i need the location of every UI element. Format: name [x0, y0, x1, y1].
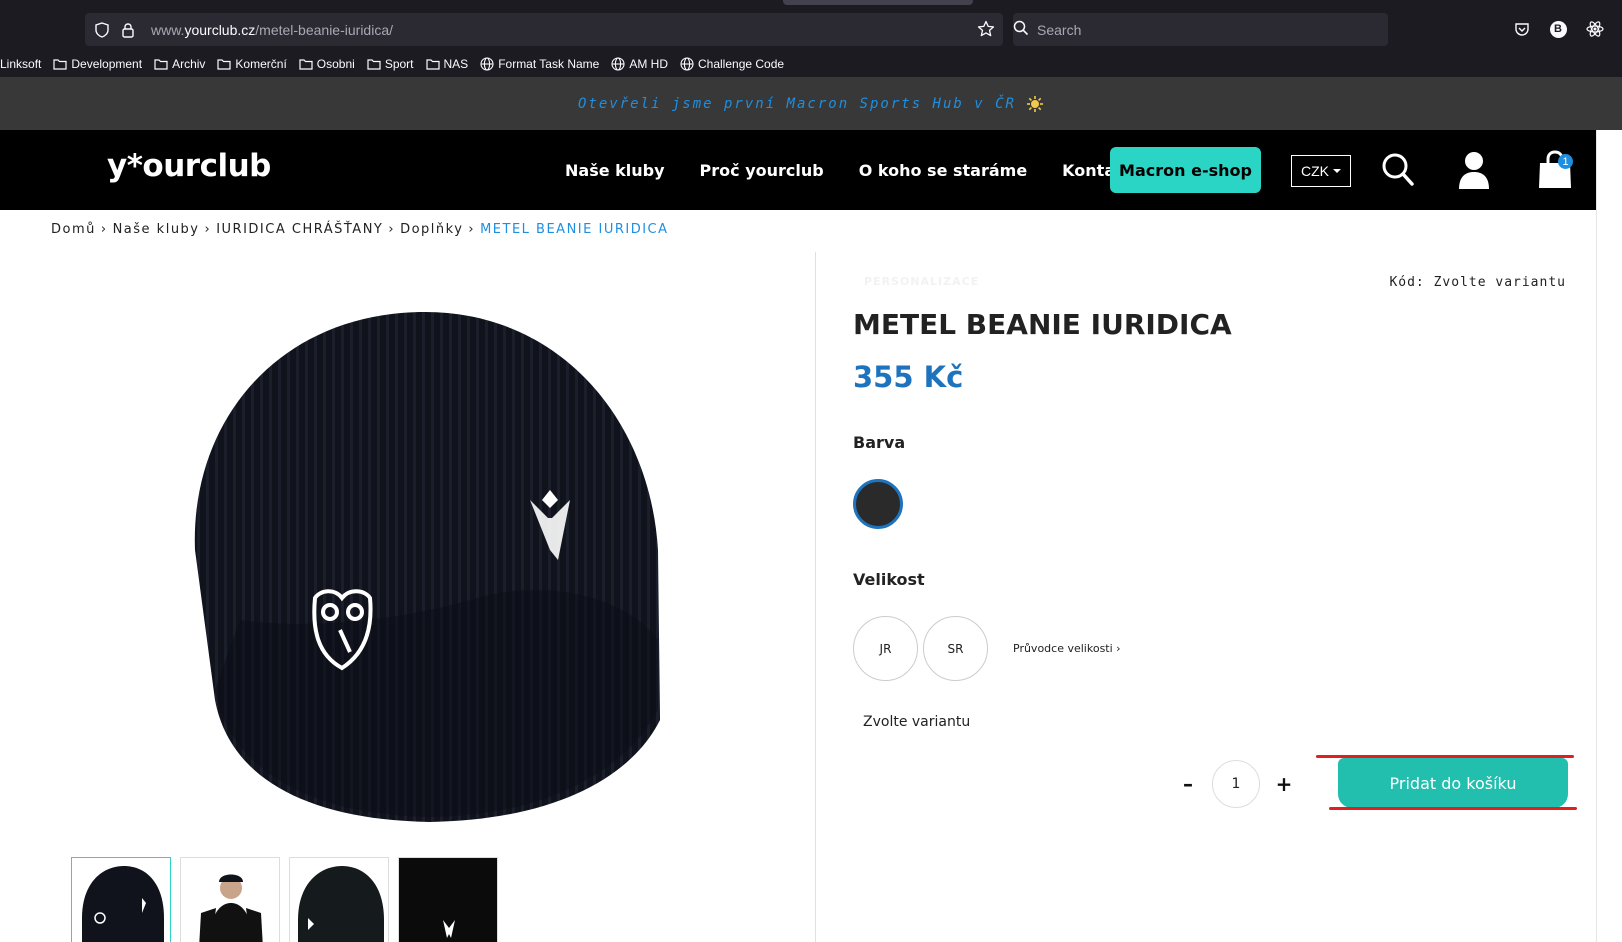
- breadcrumb-separator: ›: [204, 222, 212, 237]
- sparkle-icon: [1027, 95, 1043, 112]
- url-bar[interactable]: www.yourclub.cz/metel-beanie-iuridica/: [85, 13, 1003, 46]
- url-host: yourclub.cz: [184, 21, 256, 38]
- bookmark-komercni[interactable]: Komerční: [217, 57, 287, 71]
- bookmark-nas[interactable]: NAS: [425, 57, 469, 71]
- globe-icon: [611, 57, 625, 71]
- breadcrumb-home[interactable]: Domů: [51, 222, 96, 237]
- active-tab-indicator[interactable]: [783, 0, 973, 5]
- folder-icon: [217, 59, 232, 70]
- shield-icon[interactable]: [93, 21, 111, 39]
- size-label: Velikost: [853, 570, 925, 589]
- bookmark-label: Osobni: [316, 57, 355, 71]
- product-price: 355 Kč: [853, 360, 964, 394]
- product-title: METEL BEANIE IURIDICA: [853, 308, 1232, 341]
- breadcrumb: Domů › Naše kluby › IURIDICA CHRÁŠŤANY ›…: [51, 222, 669, 237]
- size-option-jr[interactable]: JR: [853, 616, 918, 681]
- product-main-image[interactable]: [170, 300, 690, 830]
- browser-search-input[interactable]: [1037, 21, 1337, 38]
- thumbnail-2[interactable]: [180, 857, 280, 942]
- bookmark-label: Linksoft: [0, 57, 42, 71]
- folder-icon: [425, 59, 440, 70]
- url-prefix: www.: [151, 21, 185, 38]
- react-devtools-icon[interactable]: [1585, 19, 1605, 39]
- product-thumbnails: [71, 857, 507, 942]
- browser-chrome: www.yourclub.cz/metel-beanie-iuridica/ B…: [0, 0, 1622, 77]
- globe-icon: [680, 57, 694, 71]
- bookmark-development[interactable]: Development: [53, 57, 142, 71]
- bookmark-label: Komerční: [235, 57, 287, 71]
- add-to-cart-button[interactable]: Pridat do košíku: [1338, 758, 1568, 808]
- announcement-text: Otevřeli jsme první Macron Sports Hub v …: [577, 95, 1016, 112]
- color-label: Barva: [853, 433, 906, 452]
- size-option-sr[interactable]: SR: [923, 616, 988, 681]
- search-icon[interactable]: [1380, 148, 1416, 192]
- bookmark-label: Development: [71, 57, 143, 71]
- quantity-increase-button[interactable]: +: [1271, 771, 1297, 797]
- url-path: /metel-beanie-iuridica/: [255, 21, 393, 38]
- main-nav: Naše kluby Proč yourclub O koho se stará…: [565, 130, 1168, 210]
- currency-select[interactable]: CZK: [1291, 155, 1351, 187]
- personalization-label: PERSONALIZACE: [864, 275, 980, 288]
- site-header: y*ourclub Naše kluby Proč yourclub O koh…: [0, 130, 1596, 210]
- bookmark-star-icon[interactable]: [977, 20, 995, 42]
- color-swatch-black[interactable]: [853, 479, 903, 529]
- bookmark-label: Challenge Code: [698, 57, 785, 71]
- macron-eshop-button[interactable]: Macron e-shop: [1110, 147, 1261, 193]
- bookmark-label: Sport: [384, 57, 414, 71]
- browser-search-bar[interactable]: [1013, 13, 1388, 46]
- currency-value: CZK: [1301, 163, 1329, 179]
- pocket-icon[interactable]: [1512, 19, 1532, 39]
- bookmark-format-task-name[interactable]: Format Task Name: [480, 57, 599, 71]
- bookmark-label: Archiv: [172, 57, 206, 71]
- nav-nase-kluby[interactable]: Naše kluby: [565, 161, 665, 180]
- page-scrollbar[interactable]: [1596, 130, 1622, 942]
- globe-icon: [480, 57, 494, 71]
- folder-icon: [53, 59, 67, 70]
- breadcrumb-separator: ›: [388, 222, 396, 237]
- search-icon: [1013, 20, 1029, 40]
- folder-icon: [154, 59, 168, 70]
- nav-proc-yourclub[interactable]: Proč yourclub: [700, 161, 824, 180]
- folder-icon: [299, 59, 313, 70]
- folder-icon: [367, 59, 381, 70]
- bookmark-am-hd[interactable]: AM HD: [611, 57, 668, 71]
- nav-o-koho-se-starame[interactable]: O koho se staráme: [859, 161, 1027, 180]
- site-logo[interactable]: y*ourclub: [107, 148, 271, 184]
- annotation-underline-bottom: [1329, 807, 1577, 810]
- bookmark-osobni[interactable]: Osobni: [299, 57, 355, 71]
- quantity-decrease-button[interactable]: –: [1175, 771, 1201, 797]
- thumbnail-3[interactable]: [289, 857, 389, 942]
- breadcrumb-doplnky[interactable]: Doplňky: [400, 222, 463, 237]
- breadcrumb-current: METEL BEANIE IURIDICA: [480, 222, 669, 237]
- bookmark-label: Format Task Name: [498, 57, 600, 71]
- quantity-input[interactable]: [1212, 760, 1260, 808]
- bookmark-label: NAS: [443, 57, 469, 71]
- cart-count-badge: 1: [1558, 154, 1573, 169]
- user-icon[interactable]: [1456, 148, 1492, 192]
- thumbnail-1[interactable]: [71, 857, 171, 942]
- url-text[interactable]: www.yourclub.cz/metel-beanie-iuridica/: [151, 22, 393, 38]
- bookmark-sport[interactable]: Sport: [367, 57, 414, 71]
- account-initial: B: [1549, 20, 1567, 38]
- column-divider: [815, 252, 816, 942]
- breadcrumb-separator: ›: [100, 222, 108, 237]
- breadcrumb-separator: ›: [468, 222, 476, 237]
- bookmark-linksoft[interactable]: Linksoft: [0, 57, 41, 71]
- caret-down-icon: [1333, 169, 1341, 173]
- bookmarks-toolbar: Linksoft Development Archiv Komerční Oso…: [0, 52, 796, 76]
- size-guide-link[interactable]: Průvodce velikosti ›: [1013, 642, 1121, 655]
- account-avatar[interactable]: B: [1548, 19, 1568, 39]
- thumbnail-4[interactable]: [398, 857, 498, 942]
- bookmark-challenge-code[interactable]: Challenge Code: [680, 57, 784, 71]
- announcement-bar[interactable]: Otevřeli jsme první Macron Sports Hub v …: [0, 77, 1622, 130]
- breadcrumb-nase-kluby[interactable]: Naše kluby: [113, 222, 200, 237]
- lock-icon[interactable]: [119, 21, 137, 39]
- bookmark-label: AM HD: [629, 57, 668, 71]
- breadcrumb-club[interactable]: IURIDICA CHRÁŠŤANY: [216, 222, 383, 237]
- product-code: Kód: Zvolte variantu: [1389, 275, 1566, 290]
- bookmark-archiv[interactable]: Archiv: [154, 57, 205, 71]
- choose-variant-message: Zvolte variantu: [863, 714, 971, 730]
